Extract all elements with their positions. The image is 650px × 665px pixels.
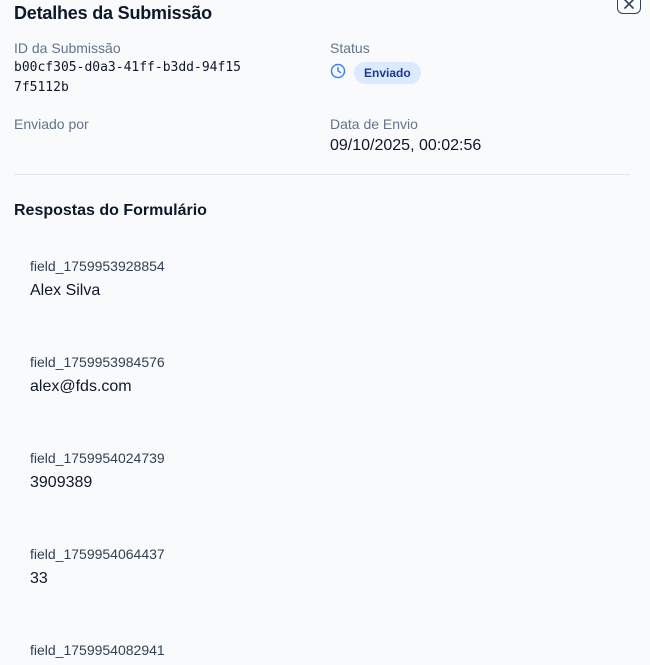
answer-item: field_1759954024739 3909389 xyxy=(30,449,610,493)
divider xyxy=(14,174,630,175)
answer-field-label: field_1759954082941 xyxy=(30,642,165,658)
submitted-by-label: Enviado por xyxy=(14,116,89,132)
page-title: Detalhes da Submissão xyxy=(14,3,212,23)
answer-item: field_1759954064437 33 xyxy=(30,545,610,589)
status-badge: Enviado xyxy=(354,62,421,84)
answer-field-label: field_1759953984576 xyxy=(30,354,165,370)
submission-date-value: 09/10/2025, 00:02:56 xyxy=(330,137,482,154)
close-icon xyxy=(623,0,635,10)
submission-date-label: Data de Envio xyxy=(330,116,418,132)
status-row: Enviado xyxy=(330,62,421,84)
answer-field-value: 3909389 xyxy=(30,474,93,491)
answer-item: field_1759953928854 Alex Silva xyxy=(30,257,610,301)
answer-field-label: field_1759953928854 xyxy=(30,258,165,274)
close-button[interactable] xyxy=(617,0,641,14)
answer-field-value: Alex Silva xyxy=(30,282,101,299)
form-answers-title: Respostas do Formulário xyxy=(14,202,207,219)
status-label: Status xyxy=(330,40,370,56)
answer-field-value: 33 xyxy=(30,570,48,587)
answer-field-label: field_1759954064437 xyxy=(30,546,165,562)
submission-id-label: ID da Submissão xyxy=(14,40,121,56)
clock-icon xyxy=(330,63,346,84)
answer-field-label: field_1759954024739 xyxy=(30,450,165,466)
submission-id-value: b00cf305-d0a3-41ff-b3dd-94f157f5112b xyxy=(14,60,241,95)
answer-field-value: alex@fds.com xyxy=(30,378,132,395)
answer-item: field_1759953984576 alex@fds.com xyxy=(30,353,610,397)
answer-item: field_1759954082941 xyxy=(30,641,610,665)
